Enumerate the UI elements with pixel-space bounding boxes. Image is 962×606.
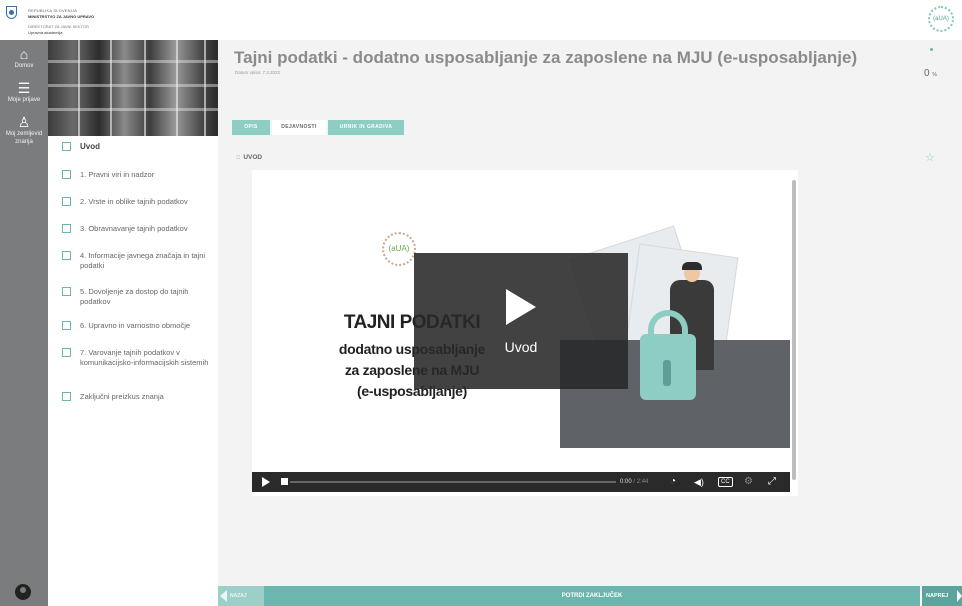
logo-line-4: Upravna akademija [28, 30, 63, 35]
home-icon: ⌂ [19, 46, 29, 62]
medal-icon: ♙ [17, 114, 31, 130]
drag-grip-icon[interactable]: :: [236, 154, 240, 161]
main-content: Tajni podatki - dodatno usposabljanje za… [218, 40, 962, 586]
checkbox-icon[interactable] [62, 392, 71, 401]
fullscreen-icon[interactable]: ⤢ [768, 472, 776, 492]
page-title: Tajni podatki - dodatno usposabljanje za… [234, 48, 858, 67]
overlay-label: Uvod [504, 339, 538, 355]
academy-logo[interactable]: (aUA) [928, 6, 954, 32]
scrollbar-thumb[interactable] [792, 180, 796, 480]
ministry-logo[interactable]: REPUBLIKA SLOVENIJA MINISTRSTVO ZA JAVNO… [6, 4, 136, 38]
chapter-list: Uvod 1. Pravni viri in nadzor 2. Vrste i… [48, 136, 218, 586]
person-hair-illustration [682, 262, 702, 270]
seek-handle[interactable] [281, 478, 288, 485]
bottom-nav-bar: NAZAJ POTRDI ZAKLJUČEK NAPREJ [218, 586, 962, 606]
user-avatar-icon[interactable] [15, 584, 31, 600]
settings-gear-icon[interactable]: ⚙ [744, 472, 753, 492]
nav-item-home[interactable]: ⌂ Domov [0, 46, 48, 70]
video-logo: (aUA) [382, 232, 416, 266]
keyhole-icon [663, 360, 671, 386]
volume-icon[interactable]: ◀) [694, 472, 704, 492]
tab-activities[interactable]: DEJAVNOSTI [272, 120, 326, 135]
tab-schedule-materials[interactable]: URNIK IN GRADIVA [328, 120, 404, 135]
top-header: REPUBLIKA SLOVENIJA MINISTRSTVO ZA JAVNO… [0, 0, 962, 40]
checkbox-icon[interactable] [62, 287, 71, 296]
course-cover-image [48, 40, 218, 136]
nav-item-label: Domov [14, 63, 34, 69]
checkbox-icon[interactable] [62, 170, 71, 179]
time-display: 0:00 / 2:44 [620, 479, 649, 485]
checkbox-icon[interactable] [62, 348, 71, 357]
play-icon[interactable] [506, 289, 536, 325]
nav-item-label: Moj zemljevid znanja [5, 131, 43, 145]
nav-item-label: Moje prijave [7, 97, 41, 103]
progress-indicator-icon [930, 48, 933, 51]
progress-percent: 0 % [924, 68, 937, 79]
seek-bar[interactable] [290, 481, 616, 483]
enrollment-date: Datum vpisa: 7.3.2022 [235, 70, 281, 75]
confirm-completion-button[interactable]: POTRDI ZAKLJUČEK [264, 586, 920, 606]
speed-icon[interactable]: ◔ [670, 472, 676, 492]
logo-line-1: REPUBLIKA SLOVENIJA [28, 8, 78, 13]
nav-item-knowledge-map[interactable]: ♙ Moj zemljevid znanja [0, 114, 48, 146]
checkbox-icon[interactable] [62, 321, 71, 330]
nav-item-my-enrollments[interactable]: ☰ Moje prijave [0, 80, 48, 104]
section-heading: :: UVOD [236, 154, 263, 161]
checkbox-icon[interactable] [62, 251, 71, 260]
play-overlay[interactable]: Uvod [414, 253, 628, 389]
checkbox-icon[interactable] [62, 142, 71, 151]
previous-button[interactable]: NAZAJ [218, 586, 264, 606]
captions-button[interactable]: CC [718, 477, 733, 487]
list-icon: ☰ [17, 80, 31, 96]
next-button[interactable]: NAPREJ [920, 586, 962, 606]
logo-line-3: DIREKTORAT ZA JAVNI SEKTOR [28, 24, 89, 29]
slovenia-crest-icon [6, 6, 17, 19]
video-controls: 0:00 / 2:44 ◔ ◀) CC ⚙ ⤢ [252, 472, 790, 492]
star-icon[interactable]: ☆ [925, 151, 935, 164]
video-player[interactable]: (aUA) TAJNI PODATKI dodatno usposabljanj… [252, 170, 798, 496]
logo-line-2: MINISTRSTVO ZA JAVNO UPRAVO [28, 14, 95, 19]
play-button[interactable] [262, 477, 270, 487]
tab-description[interactable]: OPIS [232, 120, 270, 135]
checkbox-icon[interactable] [62, 197, 71, 206]
left-nav: ⌂ Domov ☰ Moje prijave ♙ Moj zemljevid z… [0, 40, 48, 606]
checkbox-icon[interactable] [62, 224, 71, 233]
